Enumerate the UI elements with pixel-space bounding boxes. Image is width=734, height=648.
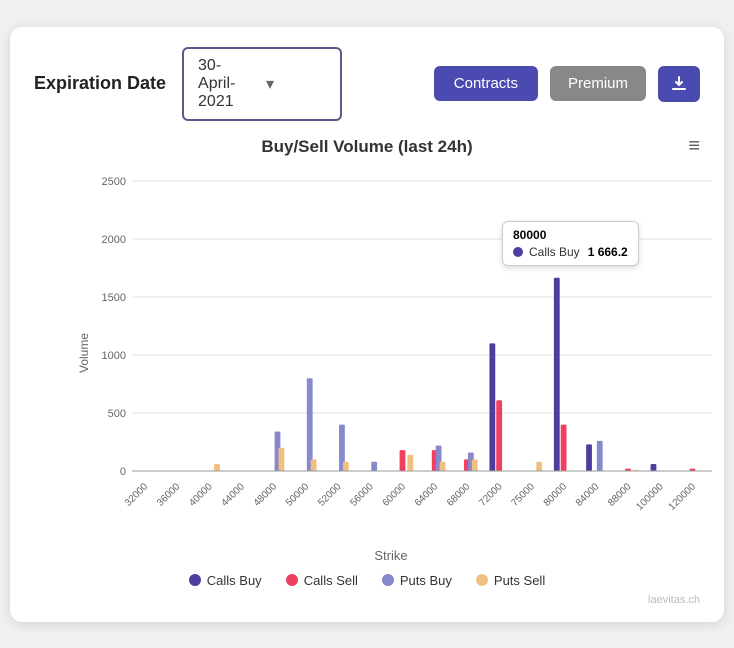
main-card: Expiration Date 30-April-2021 ▾ Contract…	[10, 27, 724, 622]
svg-text:60000: 60000	[381, 481, 409, 509]
svg-text:56000: 56000	[348, 481, 376, 509]
legend-label: Puts Sell	[494, 573, 545, 588]
svg-text:80000: 80000	[542, 481, 570, 509]
svg-text:52000: 52000	[316, 481, 344, 509]
download-button[interactable]	[658, 66, 700, 102]
chevron-down-icon: ▾	[266, 74, 326, 94]
legend-label: Calls Buy	[207, 573, 262, 588]
svg-text:36000: 36000	[155, 481, 183, 509]
legend-label: Calls Sell	[304, 573, 358, 588]
svg-text:0: 0	[120, 466, 126, 478]
svg-text:1500: 1500	[102, 292, 126, 304]
download-icon	[670, 75, 688, 93]
svg-text:40000: 40000	[187, 481, 215, 509]
svg-text:120000: 120000	[667, 481, 699, 513]
legend-dot	[286, 574, 298, 586]
svg-text:88000: 88000	[606, 481, 634, 509]
svg-text:2500: 2500	[102, 176, 126, 188]
contracts-button[interactable]: Contracts	[434, 66, 538, 101]
svg-text:100000: 100000	[634, 481, 666, 513]
premium-button[interactable]: Premium	[550, 66, 646, 101]
svg-text:84000: 84000	[574, 481, 602, 509]
expiration-label: Expiration Date	[34, 73, 166, 94]
legend-dot	[476, 574, 488, 586]
hamburger-icon[interactable]: ≡	[688, 135, 700, 158]
legend-item: Puts Buy	[382, 573, 452, 588]
svg-text:64000: 64000	[413, 481, 441, 509]
svg-text:500: 500	[108, 408, 126, 420]
svg-text:2000: 2000	[102, 234, 126, 246]
svg-text:75000: 75000	[509, 481, 537, 509]
chart-area: Volume 0 500 1000 1500 2000 2500 3200036000400…	[34, 161, 700, 563]
svg-text:72000: 72000	[477, 481, 505, 509]
watermark: laevitas.ch	[34, 594, 700, 606]
svg-text:1000: 1000	[102, 350, 126, 362]
y-axis-label: Volume	[77, 333, 91, 373]
svg-text:68000: 68000	[445, 481, 473, 509]
chart-title: Buy/Sell Volume (last 24h)	[34, 137, 700, 157]
legend-item: Calls Sell	[286, 573, 358, 588]
legend-item: Calls Buy	[189, 573, 262, 588]
svg-text:48000: 48000	[252, 481, 280, 509]
svg-text:50000: 50000	[284, 481, 312, 509]
legend: Calls Buy Calls Sell Puts Buy Puts Sell	[34, 573, 700, 588]
date-value: 30-April-2021	[198, 57, 258, 111]
svg-text:32000: 32000	[123, 481, 151, 509]
chart-header: Buy/Sell Volume (last 24h) ≡	[34, 137, 700, 157]
legend-dot	[382, 574, 394, 586]
bar-chart: 0 500 1000 1500 2000 2500 32000360004000044000…	[82, 161, 722, 541]
x-axis-label: Strike	[82, 548, 700, 563]
legend-dot	[189, 574, 201, 586]
svg-text:44000: 44000	[219, 481, 247, 509]
legend-label: Puts Buy	[400, 573, 452, 588]
top-bar: Expiration Date 30-April-2021 ▾ Contract…	[34, 47, 700, 121]
legend-item: Puts Sell	[476, 573, 545, 588]
date-dropdown[interactable]: 30-April-2021 ▾	[182, 47, 342, 121]
